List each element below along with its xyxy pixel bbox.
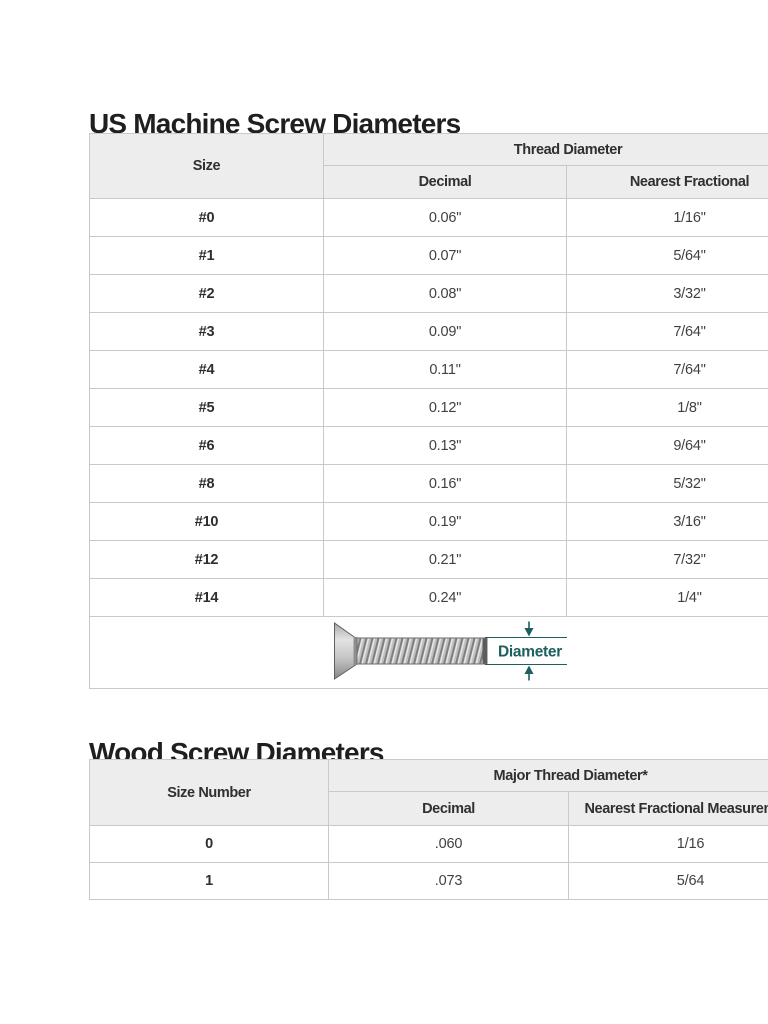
cell-decimal: 0.08" bbox=[324, 275, 567, 313]
table-row: #14 0.24" 1/4" bbox=[90, 579, 768, 617]
cell-fractional: 1/16" bbox=[567, 199, 768, 237]
document-page: US Machine Screw Diameters Size Thread D… bbox=[0, 0, 768, 1024]
table-row: #5 0.12" 1/8" bbox=[90, 389, 768, 427]
machine-screw-table: Size Thread Diameter Decimal Nearest Fra… bbox=[89, 133, 768, 689]
cell-fractional: 1/16 bbox=[569, 826, 768, 863]
cell-size: #2 bbox=[90, 275, 324, 313]
cell-size: 0 bbox=[90, 826, 329, 863]
cell-fractional: 3/32" bbox=[567, 275, 768, 313]
table-row: #4 0.11" 7/64" bbox=[90, 351, 768, 389]
cell-size: #1 bbox=[90, 237, 324, 275]
cell-decimal: .060 bbox=[329, 826, 569, 863]
cell-decimal: 0.07" bbox=[324, 237, 567, 275]
header-nearest-fractional-measurement: Nearest Fractional Measurement bbox=[569, 792, 768, 826]
table-row: 1 .073 5/64 bbox=[90, 863, 768, 900]
cell-fractional: 5/32" bbox=[567, 465, 768, 503]
cell-size: #3 bbox=[90, 313, 324, 351]
cell-decimal: 0.19" bbox=[324, 503, 567, 541]
cell-decimal: .073 bbox=[329, 863, 569, 900]
header-nearest-fractional: Nearest Fractional bbox=[567, 166, 768, 199]
cell-decimal: 0.13" bbox=[324, 427, 567, 465]
cell-fractional: 3/16" bbox=[567, 503, 768, 541]
cell-decimal: 0.11" bbox=[324, 351, 567, 389]
cell-fractional: 9/64" bbox=[567, 427, 768, 465]
table-row: #8 0.16" 5/32" bbox=[90, 465, 768, 503]
cell-size: 1 bbox=[90, 863, 329, 900]
cell-size: #10 bbox=[90, 503, 324, 541]
cell-fractional: 7/64" bbox=[567, 313, 768, 351]
wood-screw-table: Size Number Major Thread Diameter* Decim… bbox=[89, 759, 768, 900]
cell-size: #14 bbox=[90, 579, 324, 617]
cell-decimal: 0.06" bbox=[324, 199, 567, 237]
cell-decimal: 0.16" bbox=[324, 465, 567, 503]
cell-size: #0 bbox=[90, 199, 324, 237]
screw-tip bbox=[483, 638, 488, 663]
screw-diagram: Diameter bbox=[334, 620, 568, 686]
header-size-number: Size Number bbox=[90, 760, 329, 826]
arrow-down-head-icon bbox=[525, 628, 534, 637]
table-row: #3 0.09" 7/64" bbox=[90, 313, 768, 351]
cell-fractional: 7/64" bbox=[567, 351, 768, 389]
cell-size: #4 bbox=[90, 351, 324, 389]
cell-size: #8 bbox=[90, 465, 324, 503]
table-row: #10 0.19" 3/16" bbox=[90, 503, 768, 541]
cell-decimal: 0.24" bbox=[324, 579, 567, 617]
table-row: #12 0.21" 7/32" bbox=[90, 541, 768, 579]
table-row: #2 0.08" 3/32" bbox=[90, 275, 768, 313]
arrow-up-head-icon bbox=[525, 665, 534, 674]
table-row: 0 .060 1/16 bbox=[90, 826, 768, 863]
cell-size: #12 bbox=[90, 541, 324, 579]
cell-size: #5 bbox=[90, 389, 324, 427]
header-thread-diameter: Thread Diameter bbox=[324, 134, 768, 166]
table-row: #0 0.06" 1/16" bbox=[90, 199, 768, 237]
cell-fractional: 5/64" bbox=[567, 237, 768, 275]
cell-fractional: 7/32" bbox=[567, 541, 768, 579]
header-size: Size bbox=[90, 134, 324, 199]
header-decimal: Decimal bbox=[324, 166, 567, 199]
cell-fractional: 5/64 bbox=[569, 863, 768, 900]
header-major-thread-diameter: Major Thread Diameter* bbox=[329, 760, 768, 792]
table-row: #6 0.13" 9/64" bbox=[90, 427, 768, 465]
header-decimal: Decimal bbox=[329, 792, 569, 826]
table-row: #1 0.07" 5/64" bbox=[90, 237, 768, 275]
screw-illustration-icon: Diameter bbox=[334, 620, 568, 682]
cell-size: #6 bbox=[90, 427, 324, 465]
cell-decimal: 0.12" bbox=[324, 389, 567, 427]
cell-decimal: 0.09" bbox=[324, 313, 567, 351]
screw-diagram-cell: Diameter bbox=[90, 617, 768, 689]
screw-shank bbox=[357, 638, 487, 664]
diameter-label: Diameter bbox=[498, 643, 562, 660]
cell-fractional: 1/4" bbox=[567, 579, 768, 617]
cell-fractional: 1/8" bbox=[567, 389, 768, 427]
cell-decimal: 0.21" bbox=[324, 541, 567, 579]
